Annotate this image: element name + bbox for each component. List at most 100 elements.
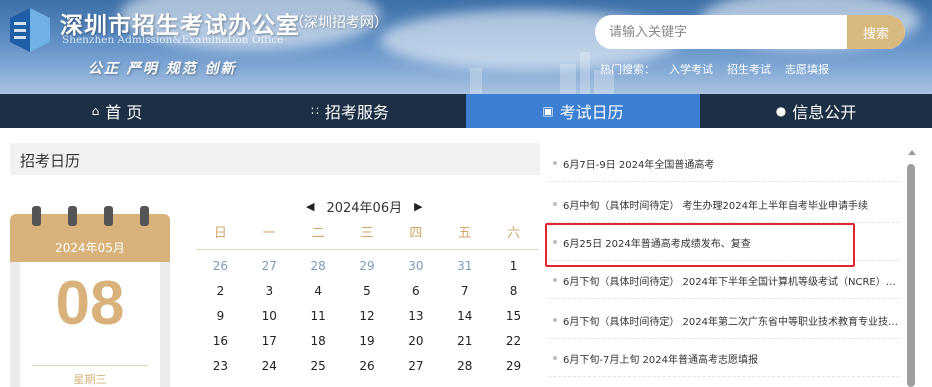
grid-icon: ∷ — [311, 104, 319, 118]
tear-off-calendar: 2024年05月 08 星期三 — [10, 206, 170, 387]
calendar-day[interactable]: 18 — [294, 329, 343, 354]
calendar-day[interactable]: 9 — [196, 304, 245, 329]
calendar-day[interactable]: 10 — [245, 304, 294, 329]
search-input[interactable] — [595, 15, 847, 49]
event-text: 6月下旬-7月上旬 2024年普通高考志愿填报 — [563, 354, 758, 366]
nav-exam-calendar[interactable]: ▣ 考试日历 — [466, 94, 700, 128]
skyline-building — [560, 64, 576, 94]
calendar-day[interactable]: 7 — [440, 279, 489, 304]
calendar-day[interactable]: 22 — [489, 329, 538, 354]
calendar-day[interactable]: 13 — [391, 304, 440, 329]
calendar-day[interactable]: 4 — [294, 279, 343, 304]
calendar-day[interactable]: 3 — [245, 279, 294, 304]
calendar-day[interactable]: 14 — [440, 304, 489, 329]
scrollbar[interactable] — [905, 148, 919, 387]
site-slogan: 公正 严明 规范 创新 — [88, 61, 237, 77]
calendar-day[interactable]: 29 — [489, 354, 538, 379]
bullet-icon — [553, 318, 557, 322]
binder-ring-icon — [140, 206, 149, 226]
scroll-up-arrow-icon[interactable] — [908, 150, 916, 155]
month-header: ◀ 2024年06月 ▶ — [306, 197, 423, 216]
event-item[interactable]: 6月下旬（具体时间待定） 2024年下半年全国计算机等级考试（NCRE）报名 — [548, 262, 900, 299]
hot-search-link[interactable]: 招生考试 — [727, 61, 771, 77]
info-icon: ● — [775, 104, 787, 118]
calendar-day[interactable]: 23 — [196, 354, 245, 379]
calendar-day[interactable]: 26 — [343, 354, 392, 379]
panel-title: 招考日历 — [20, 152, 81, 170]
calendar-day[interactable]: 29 — [343, 254, 392, 279]
calendar-day[interactable]: 27 — [391, 354, 440, 379]
weekday-row: 日一二三四五六 — [196, 218, 538, 250]
site-title-en: Shenzhen Admission&Examination Office — [62, 34, 284, 46]
day-grid: 26 27 28 29 30 31 1 2 3 4 5 6 7 8 9 10 11 12 13 14 15 16 17 18 1… — [196, 254, 538, 379]
site-header: 深圳市招生考试办公室 （深圳招考网） Shenzhen Admission&Ex… — [0, 0, 932, 94]
bullet-icon — [553, 356, 557, 360]
calendar-day[interactable]: 1 — [489, 254, 538, 279]
calendar-day[interactable]: 20 — [391, 329, 440, 354]
weekday-label: 三 — [360, 226, 374, 241]
binder-ring-icon — [32, 206, 41, 226]
skyline-building — [470, 68, 482, 94]
calendar-day[interactable]: 21 — [440, 329, 489, 354]
event-text: 6月中旬（具体时间待定） 考生办理2024年上半年自考毕业申请手续 — [563, 200, 868, 212]
calendar-day[interactable]: 24 — [245, 354, 294, 379]
calendar-day[interactable]: 2 — [196, 279, 245, 304]
tear-off-page: 08 星期三 — [20, 262, 160, 387]
divider — [32, 365, 148, 366]
bullet-icon — [553, 202, 557, 206]
triangle-left-icon[interactable]: ◀ — [306, 200, 314, 213]
event-item[interactable]: 6月7日-9日 2024年全国普通高考 — [548, 145, 900, 182]
calendar-day[interactable]: 17 — [245, 329, 294, 354]
weekday-label: 四 — [409, 226, 423, 241]
event-item[interactable]: 6月下旬（具体时间待定） 2024年第二次广东省中等职业技术教育专业技能课... — [548, 302, 900, 339]
scrollbar-thumb[interactable] — [907, 164, 915, 387]
site-subtitle: （深圳招考网） — [290, 15, 388, 31]
calendar-day[interactable]: 15 — [489, 304, 538, 329]
nav-label: 信息公开 — [792, 103, 857, 122]
search-button[interactable]: 搜索 — [847, 15, 905, 49]
calendar-day[interactable]: 31 — [440, 254, 489, 279]
weekday-label: 五 — [458, 226, 472, 241]
event-text: 6月下旬（具体时间待定） 2024年下半年全国计算机等级考试（NCRE）报名 — [563, 276, 900, 288]
nav-services[interactable]: ∷ 招考服务 — [234, 94, 466, 128]
bullet-icon — [553, 278, 557, 282]
calendar-day[interactable]: 28 — [294, 254, 343, 279]
calendar-icon: ▣ — [542, 104, 554, 118]
binder-ring-icon — [68, 206, 77, 226]
weekday-label: 日 — [213, 226, 227, 241]
calendar-day[interactable]: 25 — [294, 354, 343, 379]
event-item[interactable]: 6月中旬（具体时间待定） 考生办理2024年上半年自考毕业申请手续 — [548, 186, 900, 223]
calendar-day[interactable]: 28 — [440, 354, 489, 379]
tear-off-month: 2024年05月 — [55, 241, 125, 255]
calendar-day[interactable]: 8 — [489, 279, 538, 304]
nav-home[interactable]: ⌂ 首 页 — [0, 94, 234, 128]
nav-label: 招考服务 — [324, 103, 389, 122]
triangle-right-icon[interactable]: ▶ — [414, 200, 422, 213]
calendar-day[interactable]: 19 — [343, 329, 392, 354]
hot-search-link[interactable]: 志愿填报 — [785, 61, 829, 77]
hot-search-link[interactable]: 入学考试 — [669, 61, 713, 77]
calendar-day[interactable]: 6 — [391, 279, 440, 304]
event-text: 6月7日-9日 2024年全国普通高考 — [563, 159, 715, 171]
nav-label: 首 页 — [105, 103, 143, 122]
nav-label: 考试日历 — [559, 103, 624, 122]
highlight-annotation — [545, 223, 855, 267]
tear-off-body: 08 星期三 — [10, 262, 170, 387]
calendar-panel: 招考日历 2024年05月 08 星期三 ◀ 2024年06月 ▶ 日 一 二 三 四 五… — [0, 128, 548, 387]
calendar-day[interactable]: 30 — [391, 254, 440, 279]
nav-info-disclosure[interactable]: ● 信息公开 — [700, 94, 932, 128]
logo-icon — [10, 8, 50, 52]
calendar-day[interactable]: 11 — [294, 304, 343, 329]
calendar-day[interactable]: 26 — [196, 254, 245, 279]
calendar-day[interactable]: 12 — [343, 304, 392, 329]
calendar-day[interactable]: 16 — [196, 329, 245, 354]
bullet-icon — [553, 161, 557, 165]
weekday-label: 一 — [262, 226, 276, 241]
home-icon: ⌂ — [91, 104, 100, 118]
weekday-label: 六 — [507, 226, 521, 241]
calendar-day[interactable]: 5 — [343, 279, 392, 304]
panel-header: 招考日历 — [10, 143, 540, 175]
calendar-day[interactable]: 27 — [245, 254, 294, 279]
event-item[interactable]: 6月下旬-7月上旬 2024年普通高考志愿填报 — [548, 340, 900, 377]
binder-ring-icon — [104, 206, 113, 226]
